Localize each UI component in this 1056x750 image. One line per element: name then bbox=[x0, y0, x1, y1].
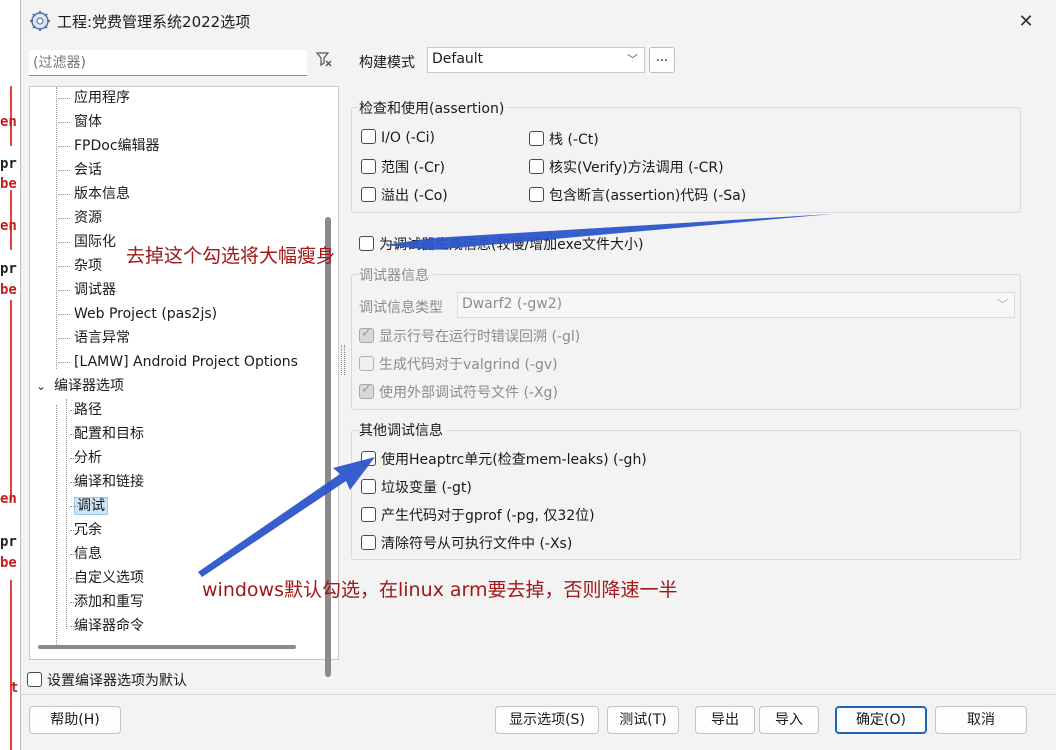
arrow-to-heaptrc bbox=[198, 457, 375, 577]
annotation-note-2: windows默认勾选，在linux arm要去掉，否则降速一半 bbox=[202, 579, 678, 601]
annotation-arrows bbox=[198, 214, 832, 577]
annotation-note-1: 去掉这个勾选将大幅瘦身 bbox=[126, 245, 336, 267]
arrow-to-generate-debug-info bbox=[385, 214, 832, 250]
